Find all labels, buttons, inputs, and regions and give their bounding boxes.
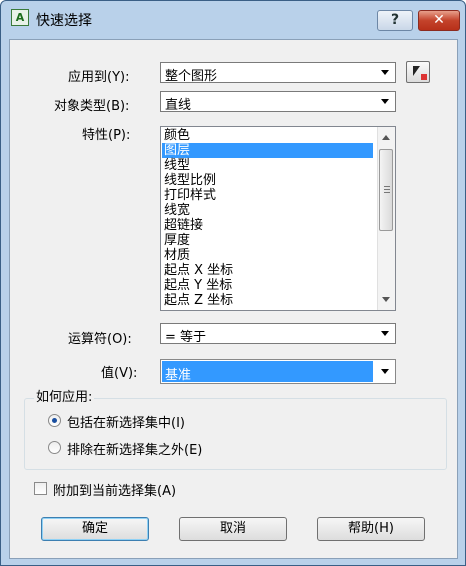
- apply-to-dropdown[interactable]: 整个图形: [160, 62, 396, 84]
- append-label[interactable]: 附加到当前选择集(A): [53, 480, 176, 499]
- list-item[interactable]: 打印样式: [164, 188, 373, 203]
- scroll-up-arrow-icon[interactable]: [382, 135, 390, 140]
- grip-line-icon: [384, 192, 390, 193]
- list-item[interactable]: 材质: [164, 248, 373, 263]
- apply-to-value: 整个图形: [165, 69, 218, 84]
- help-button[interactable]: ?: [377, 10, 413, 31]
- operator-dropdown[interactable]: = 等于: [160, 323, 396, 345]
- list-item[interactable]: 厚度: [164, 233, 373, 248]
- list-item[interactable]: 颜色: [164, 128, 373, 143]
- scroll-down-arrow-icon[interactable]: [382, 297, 390, 302]
- ok-button[interactable]: 确定: [41, 517, 149, 541]
- dialog-body: 应用到(Y): 整个图形 对象类型(B): 直线 特性(P): 颜色 图层 线型…: [9, 39, 458, 559]
- operator-value: = 等于: [165, 330, 207, 345]
- object-type-dropdown[interactable]: 直线: [160, 91, 396, 113]
- list-item[interactable]: 起点 X 坐标: [164, 263, 373, 278]
- how-to-apply-title: 如何应用:: [34, 386, 95, 405]
- operator-label: 运算符(O):: [68, 332, 132, 347]
- how-to-apply-group: [24, 398, 447, 470]
- list-item[interactable]: 线型比例: [164, 173, 373, 188]
- properties-label: 特性(P):: [82, 128, 131, 143]
- close-button[interactable]: ✕: [418, 10, 460, 31]
- grip-line-icon: [384, 186, 390, 187]
- value-label: 值(V):: [101, 366, 138, 381]
- include-label[interactable]: 包括在新选择集中(I): [67, 412, 185, 431]
- cancel-button[interactable]: 取消: [179, 517, 287, 541]
- select-objects-button[interactable]: [406, 61, 430, 83]
- list-item-selected[interactable]: 图层: [162, 143, 373, 158]
- value-highlight: [162, 361, 373, 382]
- quick-select-dialog: A 快速选择 ? ✕ 应用到(Y): 整个图形 对象类型(B): 直线 特性(P…: [0, 0, 466, 566]
- selection-mark-icon: [421, 74, 427, 80]
- object-type-value: 直线: [165, 98, 192, 113]
- title-bar[interactable]: A 快速选择 ? ✕: [1, 1, 466, 33]
- chevron-down-icon: [381, 70, 389, 75]
- properties-list[interactable]: 颜色 图层 线型 线型比例 打印样式 线宽 超链接 厚度 材质 起点 X 坐标 …: [160, 126, 396, 311]
- chevron-down-icon: [381, 369, 389, 374]
- include-radio[interactable]: [48, 414, 61, 427]
- list-item[interactable]: 超链接: [164, 218, 373, 233]
- append-checkbox[interactable]: [34, 482, 47, 495]
- chevron-down-icon: [381, 99, 389, 104]
- scrollbar-thumb[interactable]: [379, 149, 393, 231]
- grip-line-icon: [384, 189, 390, 190]
- autocad-icon: A: [11, 9, 29, 26]
- value-text: 基准: [165, 368, 192, 383]
- list-item[interactable]: 线宽: [164, 203, 373, 218]
- exclude-radio[interactable]: [48, 441, 61, 454]
- list-item[interactable]: 起点 Y 坐标: [164, 278, 373, 293]
- chevron-down-icon: [381, 331, 389, 336]
- help-dialog-button[interactable]: 帮助(H): [317, 517, 425, 541]
- list-item[interactable]: 线型: [164, 158, 373, 173]
- window-title: 快速选择: [36, 13, 92, 29]
- value-dropdown[interactable]: 基准: [160, 359, 396, 384]
- exclude-label[interactable]: 排除在新选择集之外(E): [67, 439, 202, 458]
- list-item[interactable]: 起点 Z 坐标: [164, 293, 373, 308]
- properties-scrollbar[interactable]: [377, 127, 395, 310]
- object-type-label: 对象类型(B):: [54, 99, 130, 114]
- cursor-icon: [413, 66, 420, 76]
- apply-to-label: 应用到(Y):: [68, 70, 130, 85]
